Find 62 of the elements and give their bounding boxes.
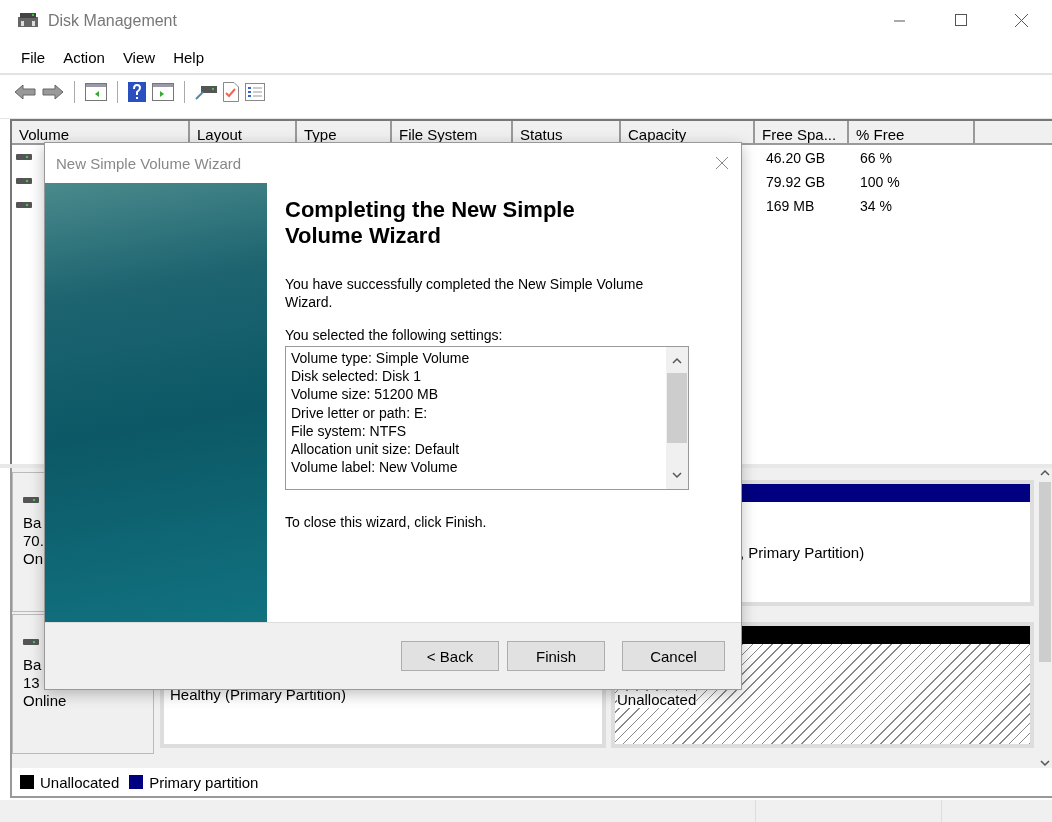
column-header[interactable]: Capacity [621,121,755,145]
drive-icon [16,154,32,160]
drive-icon [16,178,32,184]
forward-arrow-icon[interactable] [42,84,64,100]
scrollbar-thumb[interactable] [667,373,687,443]
table-cell: 66 % [860,149,892,166]
menu-item[interactable]: Action [54,49,114,66]
close-icon[interactable] [715,156,729,170]
column-header[interactable]: Type [297,121,392,145]
disk-label: 13 [23,674,41,692]
back-arrow-icon[interactable] [14,84,36,100]
dialog-button[interactable]: Cancel [622,641,725,671]
menu-item[interactable]: View [113,49,165,66]
column-header[interactable]: Status [513,121,621,145]
disk-management-icon [18,13,38,29]
column-header[interactable]: File System [392,121,513,145]
wizard-heading: Completing the New Simple Volume Wizard [285,197,576,249]
column-header[interactable]: Free Spa... [755,121,849,145]
scroll-up-icon[interactable] [1039,468,1051,478]
closing-instruction: To close this wizard, click Finish. [285,514,488,530]
column-header[interactable] [975,121,1052,145]
settings-label: You selected the following settings: [285,327,504,343]
window-title: Disk Management [48,12,177,30]
pane-icon[interactable] [152,83,174,101]
settings-line: Volume size: 51200 MB [291,385,440,404]
settings-list[interactable]: Volume type: Simple Volume Disk selected: Disk 1 Volume size: 51200 MB Drive letter or path: E: File system: NTFS Allocation unit size: Default Volume label: New Volume [285,346,689,490]
legend-label: Unallocated [40,773,120,791]
disk-label: Ba [23,514,43,532]
dialog-button[interactable]: Finish [507,641,605,671]
settings-line: Drive letter or path: E: [291,403,429,422]
drive-icon [16,202,32,208]
dialog-button[interactable]: < Back [401,641,499,671]
settings-line: Disk selected: Disk 1 [291,367,422,386]
scroll-down-icon[interactable] [1039,758,1051,768]
menu-item[interactable]: File [12,49,55,66]
drive-magnifier-icon[interactable] [195,84,217,100]
legend-label: Primary partition [149,773,259,791]
help-icon[interactable] [128,82,146,102]
menu-item[interactable]: Help [164,49,213,66]
table-cell: 169 MB [766,197,815,214]
table-cell: 100 % [860,173,900,190]
settings-line: File system: NTFS [291,421,408,440]
column-header[interactable]: % Free [849,121,975,145]
settings-line: Allocation unit size: Default [291,440,461,459]
partition-label: Unallocated [617,691,697,708]
disk-label: 70. [23,532,45,550]
wizard-message: You have successfully completed the New Simple Volume Wizard. [285,275,645,311]
pane-icon[interactable] [85,83,107,101]
table-cell: 34 % [860,197,892,214]
disk-label: Online [23,692,68,710]
scrollbar[interactable] [1038,468,1052,768]
table-cell: 79.92 GB [766,173,826,190]
checklist-document-icon[interactable] [223,82,239,102]
column-header[interactable]: Layout [190,121,297,145]
settings-line: Volume type: Simple Volume [291,349,471,368]
disk-label: On [23,550,44,568]
dialog-title: New Simple Volume Wizard [56,154,242,172]
table-cell: 46.20 GB [766,149,826,166]
settings-line: Volume label: New Volume [291,458,459,477]
properties-list-icon[interactable] [245,83,265,101]
disk-label: Ba [23,656,43,674]
column-header[interactable]: Volume [12,121,190,145]
